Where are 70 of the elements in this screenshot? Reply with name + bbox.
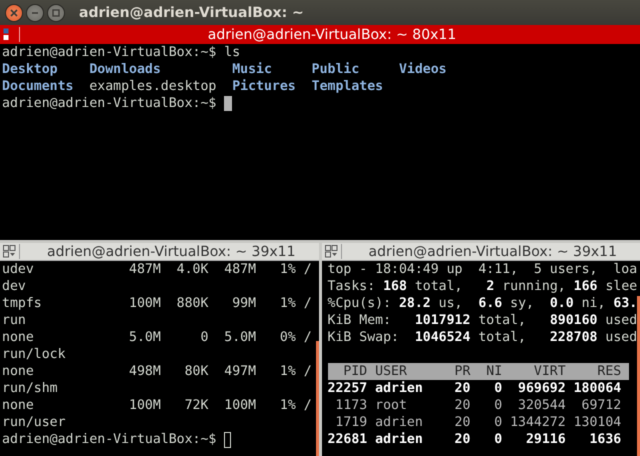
table-cell-text: 29116 bbox=[524, 431, 566, 448]
table-cell: 22257 bbox=[328, 380, 368, 397]
scrollbar[interactable] bbox=[637, 296, 640, 456]
table-cell-text: 69712 bbox=[580, 397, 622, 414]
directory-name: Videos bbox=[398, 61, 448, 78]
table-cell-text: 1636 bbox=[588, 431, 622, 448]
directory-name: Downloads bbox=[89, 61, 162, 78]
table-cell-text: 130104 bbox=[572, 414, 622, 431]
scrollbar[interactable] bbox=[316, 341, 318, 456]
output-line: run bbox=[2, 312, 26, 329]
table-cell-text: 20 bbox=[454, 414, 470, 431]
output-line: top - 18:04:49 up 4:11, 5 users, loa bbox=[328, 261, 638, 278]
table-cell-text: 969692 bbox=[517, 380, 566, 397]
table-cell-text: 1719 bbox=[334, 414, 368, 431]
column-header: USER bbox=[375, 363, 408, 380]
table-cell-text: 180064 bbox=[572, 380, 622, 397]
table-cell-text: 0 bbox=[493, 414, 502, 431]
table-cell-text: adrien bbox=[375, 380, 424, 397]
output-line: dev bbox=[2, 278, 26, 295]
pane-title: adrien@adrien-VirtualBox: ~ 39x11 bbox=[368, 244, 618, 260]
close-button[interactable] bbox=[5, 4, 23, 22]
table-cell-text: root bbox=[375, 397, 408, 414]
table-cell: 22681 bbox=[328, 431, 368, 448]
output-line: none 5.0M 0 5.0M 0% / bbox=[2, 329, 312, 346]
directory-name: Templates bbox=[312, 78, 384, 95]
table-cell-text: 0 bbox=[493, 380, 502, 397]
column-header: PID bbox=[342, 363, 368, 380]
prompt-line: adrien@adrien-VirtualBox:~$ bbox=[2, 431, 218, 448]
table-cell-text: 320544 bbox=[517, 397, 566, 414]
prompt-line: adrien@adrien-VirtualBox:~$ ls bbox=[2, 44, 240, 61]
column-header: VIRT bbox=[532, 363, 566, 380]
output-line: run/lock bbox=[2, 346, 66, 363]
output-line: tmpfs 100M 880K 99M 1% / bbox=[2, 295, 312, 312]
grid-icon[interactable] bbox=[3, 245, 16, 258]
table-cell-text: 0 bbox=[493, 431, 502, 448]
directory-name: Public bbox=[312, 61, 360, 78]
table-cell-text: 1344272 bbox=[509, 414, 566, 431]
output-line: udev 487M 4.0K 487M 1% / bbox=[2, 261, 312, 278]
table-cell-text: 0 bbox=[493, 397, 502, 414]
output-line: KiB Swap: 1046524 total, 228708 used bbox=[328, 329, 638, 346]
directory-name: Documents bbox=[2, 78, 74, 95]
output-line: Tasks: 168 total, 2 running, 166 slee bbox=[328, 278, 638, 295]
table-cell-text: 20 bbox=[454, 397, 470, 414]
window-title: adrien@adrien-VirtualBox: ~ bbox=[79, 4, 304, 20]
prompt-line: adrien@adrien-VirtualBox:~$ bbox=[2, 95, 218, 112]
table-cell-text: 20 bbox=[454, 431, 470, 448]
column-header: RES bbox=[596, 363, 622, 380]
pane-title: adrien@adrien-VirtualBox: ~ 39x11 bbox=[46, 244, 296, 260]
output-line: run/user bbox=[2, 414, 66, 431]
output-line: %Cpu(s): 28.2 us, 6.6 sy, 0.0 ni, 63. bbox=[328, 295, 638, 312]
column-header: PR bbox=[454, 363, 470, 380]
close-icon bbox=[10, 8, 18, 16]
table-cell-text: adrien bbox=[375, 414, 424, 431]
maximize-icon bbox=[52, 8, 60, 16]
table-cell-text: adrien bbox=[375, 431, 424, 448]
maximize-button[interactable] bbox=[47, 4, 65, 22]
file-name: examples.desktop bbox=[89, 78, 218, 95]
minimize-button[interactable] bbox=[26, 4, 44, 22]
directory-name: Desktop bbox=[2, 61, 59, 78]
grid-icon[interactable] bbox=[324, 245, 338, 258]
output-line: KiB Mem: 1017912 total, 890160 used bbox=[328, 312, 638, 329]
directory-name: Music bbox=[232, 61, 273, 78]
output-line: none 100M 72K 100M 1% / bbox=[2, 397, 312, 414]
directory-name: Pictures bbox=[232, 78, 297, 95]
output-line: none 498M 80K 497M 1% / bbox=[2, 363, 312, 380]
column-header: NI bbox=[485, 363, 502, 380]
table-cell-text: 1173 bbox=[334, 397, 368, 414]
output-line: run/shm bbox=[2, 380, 58, 397]
pane-title: adrien@adrien-VirtualBox: ~ 80x11 bbox=[206, 26, 458, 42]
table-cell-text: 20 bbox=[454, 380, 470, 397]
